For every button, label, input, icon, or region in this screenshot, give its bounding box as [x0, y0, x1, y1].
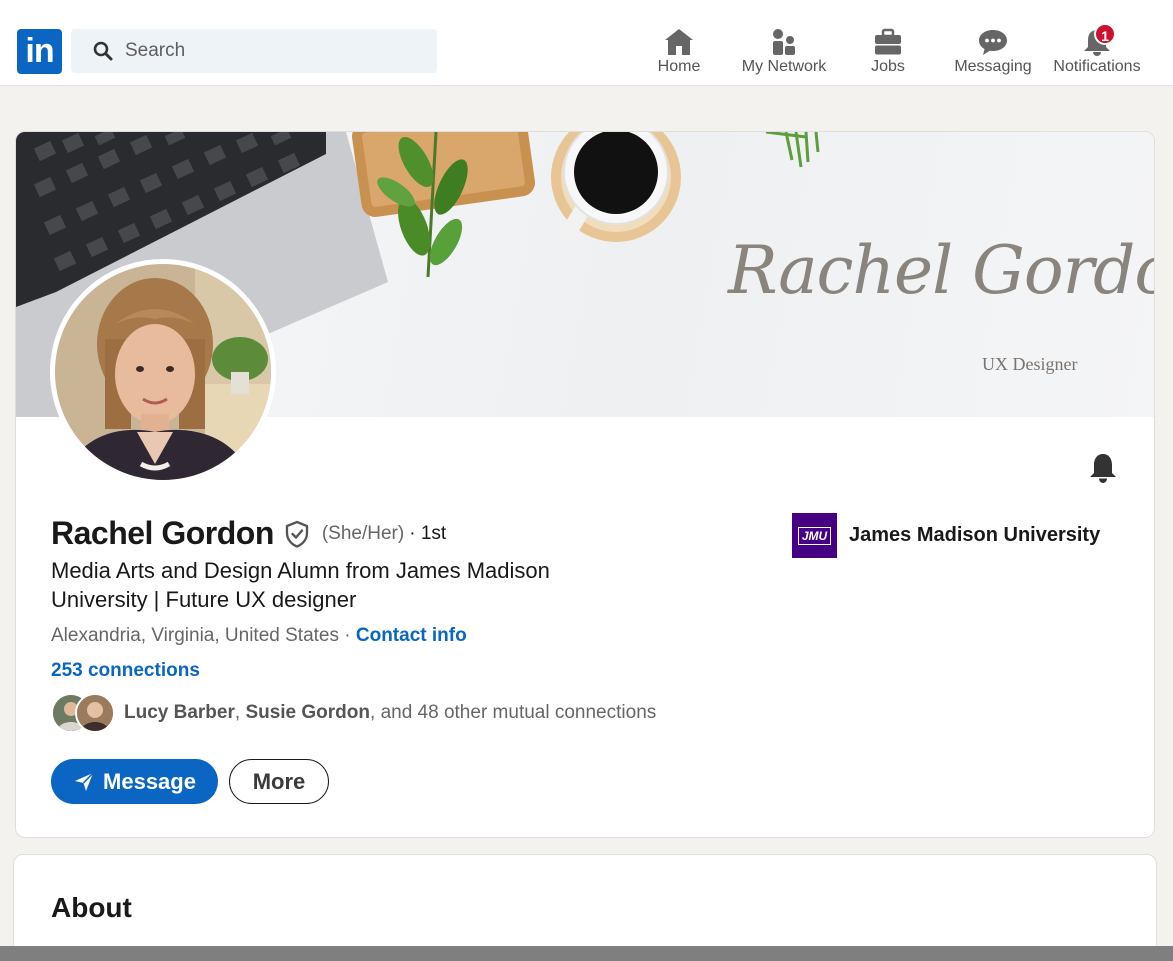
about-card: About — [13, 854, 1157, 961]
search-icon — [93, 41, 113, 61]
message-button-label: Message — [103, 768, 196, 794]
network-icon — [773, 29, 795, 55]
nav-item-jobs[interactable]: Jobs — [866, 24, 910, 80]
avatar — [75, 693, 115, 733]
mutual-avatars — [51, 693, 115, 733]
notification-count-badge: 1 — [1094, 23, 1116, 45]
jmu-logo: JMU — [792, 513, 837, 558]
location-row: Alexandria, Virginia, United States · Co… — [51, 625, 467, 647]
chat-icon — [979, 30, 1007, 55]
connections-count-link[interactable]: 253 connections — [51, 660, 200, 682]
follow-notification-button[interactable] — [1085, 450, 1121, 486]
top-navigation-bar: in Home My Network — [0, 0, 1173, 86]
send-icon — [75, 771, 94, 791]
nav-item-my-network[interactable]: My Network — [738, 24, 830, 80]
home-icon — [665, 29, 693, 55]
more-button-label: More — [252, 768, 306, 794]
profile-photo-illustration — [55, 264, 271, 480]
window-bottom-edge — [0, 946, 1173, 961]
nav-label-notifications: Notifications — [1053, 58, 1141, 75]
nav-item-messaging[interactable]: Messaging — [951, 24, 1035, 80]
plant-leaves-image — [377, 132, 468, 278]
profile-headline: Media Arts and Design Alumn from James M… — [51, 558, 550, 612]
verified-shield-icon[interactable] — [284, 520, 310, 548]
about-heading: About — [51, 892, 132, 923]
more-button[interactable]: More — [229, 759, 329, 804]
nav-label-home: Home — [657, 58, 701, 75]
mutual-separator: , — [234, 702, 246, 723]
profile-card: Rachel Gordon UX Designer — [15, 131, 1155, 838]
mutual-name-2: Susie Gordon — [245, 702, 371, 723]
bell-icon — [1090, 454, 1116, 483]
message-button[interactable]: Message — [51, 759, 218, 804]
nav-label-messaging: Messaging — [954, 58, 1032, 75]
briefcase-icon — [875, 28, 901, 55]
search-bar[interactable] — [71, 29, 437, 73]
location-separator: · — [338, 625, 356, 646]
profile-name-row: Rachel Gordon (She/Her) · 1st — [51, 515, 446, 552]
mutual-connections-text: Lucy Barber, Susie Gordon, and 48 other … — [124, 702, 656, 724]
nav-label-my-network: My Network — [741, 58, 827, 75]
education-link[interactable]: JMU James Madison University — [792, 513, 1100, 558]
banner-name-script: Rachel Gordon — [728, 232, 1154, 309]
pronouns: (She/Her) — [321, 522, 405, 544]
banner-subtitle: UX Designer — [982, 354, 1078, 374]
grass-plant-image — [765, 132, 820, 168]
connection-degree: · 1st — [409, 522, 447, 544]
search-input[interactable] — [125, 40, 415, 62]
mutual-name-1: Lucy Barber — [124, 702, 235, 723]
profile-location: Alexandria, Virginia, United States — [51, 625, 339, 646]
coffee-cup-image — [551, 132, 681, 242]
nav-item-home[interactable]: Home — [652, 24, 706, 80]
profile-name: Rachel Gordon — [51, 515, 274, 551]
mutual-connections-row[interactable]: Lucy Barber, Susie Gordon, and 48 other … — [51, 693, 656, 733]
nav-label-jobs: Jobs — [871, 58, 905, 75]
linkedin-logo[interactable]: in — [17, 29, 62, 74]
profile-photo[interactable] — [50, 259, 276, 485]
education-name: James Madison University — [849, 524, 1101, 546]
contact-info-link[interactable]: Contact info — [356, 625, 467, 646]
nav-item-notifications[interactable]: 1 Notifications — [1049, 23, 1145, 80]
jmu-logo-text: JMU — [797, 526, 832, 545]
mutual-rest: , and 48 other mutual connections — [370, 702, 657, 723]
